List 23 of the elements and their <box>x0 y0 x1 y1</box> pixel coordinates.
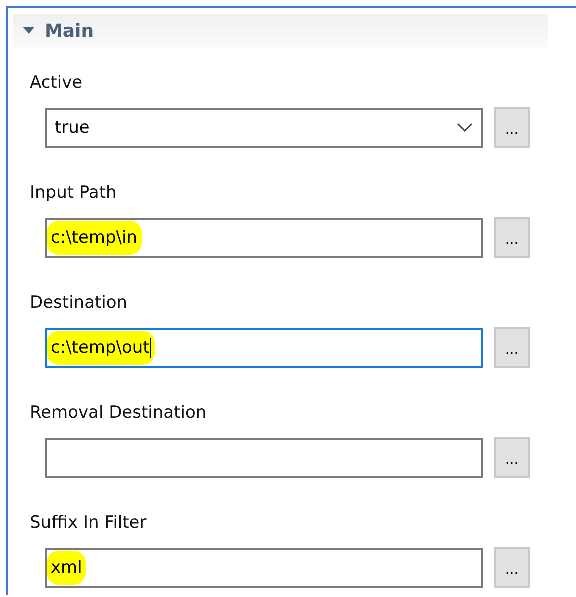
field-label: Suffix In Filter <box>30 512 147 535</box>
field-value: true <box>55 116 90 140</box>
dropdown-field[interactable]: true <box>45 108 483 148</box>
field-value: c:\temp\in <box>47 220 142 254</box>
section-header[interactable]: Main <box>13 14 548 48</box>
browse-button[interactable]: ... <box>494 217 530 258</box>
section-title: Main <box>45 20 94 42</box>
field-value: c:\temp\out <box>47 330 155 364</box>
field-label: Removal Destination <box>30 402 207 425</box>
collapse-triangle-icon <box>23 27 35 35</box>
input-field[interactable]: c:\temp\out <box>45 328 483 368</box>
field-label: Active <box>30 72 83 95</box>
field-label: Input Path <box>30 182 117 205</box>
browse-button[interactable]: ... <box>494 327 530 368</box>
browse-button[interactable]: ... <box>494 547 530 588</box>
input-field[interactable]: xml <box>45 548 483 588</box>
field-label: Destination <box>30 292 128 315</box>
browse-button[interactable]: ... <box>494 437 530 478</box>
input-field[interactable]: c:\temp\in <box>45 218 483 258</box>
field-value: xml <box>47 550 86 584</box>
browse-button[interactable]: ... <box>494 107 530 148</box>
input-field[interactable] <box>45 438 483 478</box>
chevron-down-icon <box>457 123 473 132</box>
